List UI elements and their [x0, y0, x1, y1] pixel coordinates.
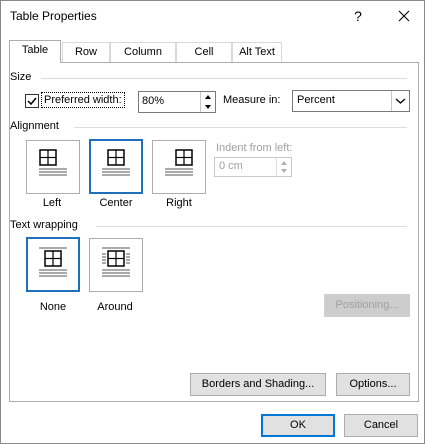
- borders-and-shading-button[interactable]: Borders and Shading...: [190, 373, 326, 396]
- indent-from-left-value: 0 cm: [219, 160, 243, 172]
- align-center-tile[interactable]: [89, 139, 143, 194]
- tab-cell[interactable]: Cell: [176, 42, 232, 62]
- alignment-separator: [74, 127, 407, 128]
- text-wrap-none-icon: [39, 247, 67, 277]
- preferred-width-value: 80%: [142, 95, 165, 107]
- size-heading: Size: [10, 71, 32, 83]
- align-center-label: Center: [99, 197, 133, 209]
- triangle-up-icon: [205, 95, 211, 99]
- align-left-label: Left: [42, 197, 62, 209]
- preferred-width-label[interactable]: Preferred width:: [41, 92, 125, 108]
- checkmark-icon: [27, 97, 37, 106]
- close-button[interactable]: [393, 5, 415, 27]
- dropdown-arrow-button[interactable]: [391, 91, 409, 111]
- align-right-label: Right: [166, 197, 192, 209]
- wrap-around-tile[interactable]: [89, 238, 143, 292]
- preferred-width-spinner[interactable]: 80%: [138, 91, 216, 113]
- tab-row[interactable]: Row: [62, 42, 110, 62]
- triangle-down-icon: [281, 169, 287, 173]
- wrap-none-label: None: [39, 301, 67, 313]
- measure-in-value: Percent: [297, 94, 335, 106]
- table-align-center-icon: [102, 149, 130, 176]
- close-icon: [398, 10, 410, 22]
- table-align-left-icon: [39, 149, 67, 176]
- alignment-heading: Alignment: [10, 120, 59, 132]
- help-button[interactable]: ?: [347, 5, 369, 27]
- measure-in-label: Measure in:: [223, 94, 281, 106]
- measure-in-dropdown[interactable]: Percent: [292, 90, 410, 112]
- table-align-right-icon: [165, 149, 193, 176]
- preferred-width-checkbox[interactable]: [25, 94, 39, 108]
- tab-alt-text[interactable]: Alt Text: [232, 42, 282, 62]
- positioning-button[interactable]: Positioning...: [324, 294, 410, 317]
- tab-column[interactable]: Column: [110, 42, 176, 62]
- indent-spinner-buttons: [276, 158, 291, 176]
- table-properties-dialog: Table Properties ? Table Row Column Cell…: [0, 0, 425, 444]
- align-right-tile[interactable]: [152, 140, 206, 194]
- text-wrapping-heading: Text wrapping: [10, 219, 78, 231]
- window-title: Table Properties: [10, 9, 97, 23]
- align-left-tile[interactable]: [26, 140, 80, 194]
- tab-panel: [9, 62, 419, 402]
- title-bar: Table Properties ?: [1, 1, 424, 32]
- wrap-around-label: Around: [97, 301, 133, 313]
- indent-from-left-spinner: 0 cm: [214, 157, 292, 177]
- triangle-up-icon: [281, 161, 287, 165]
- spinner-buttons: [200, 92, 215, 112]
- text-wrap-around-icon: [102, 247, 130, 277]
- spin-up-button[interactable]: [201, 92, 215, 102]
- tab-table[interactable]: Table: [9, 40, 61, 63]
- options-button[interactable]: Options...: [336, 373, 410, 396]
- tab-strip: Table Row Column Cell Alt Text: [9, 40, 419, 63]
- size-separator: [41, 78, 407, 79]
- spin-down-button[interactable]: [201, 102, 215, 112]
- text-wrapping-separator: [96, 226, 407, 227]
- ok-button[interactable]: OK: [261, 414, 335, 437]
- indent-from-left-label: Indent from left:: [216, 142, 293, 154]
- cancel-button[interactable]: Cancel: [344, 414, 418, 437]
- chevron-down-icon: [395, 98, 406, 104]
- triangle-down-icon: [205, 105, 211, 109]
- wrap-none-tile[interactable]: [26, 237, 80, 292]
